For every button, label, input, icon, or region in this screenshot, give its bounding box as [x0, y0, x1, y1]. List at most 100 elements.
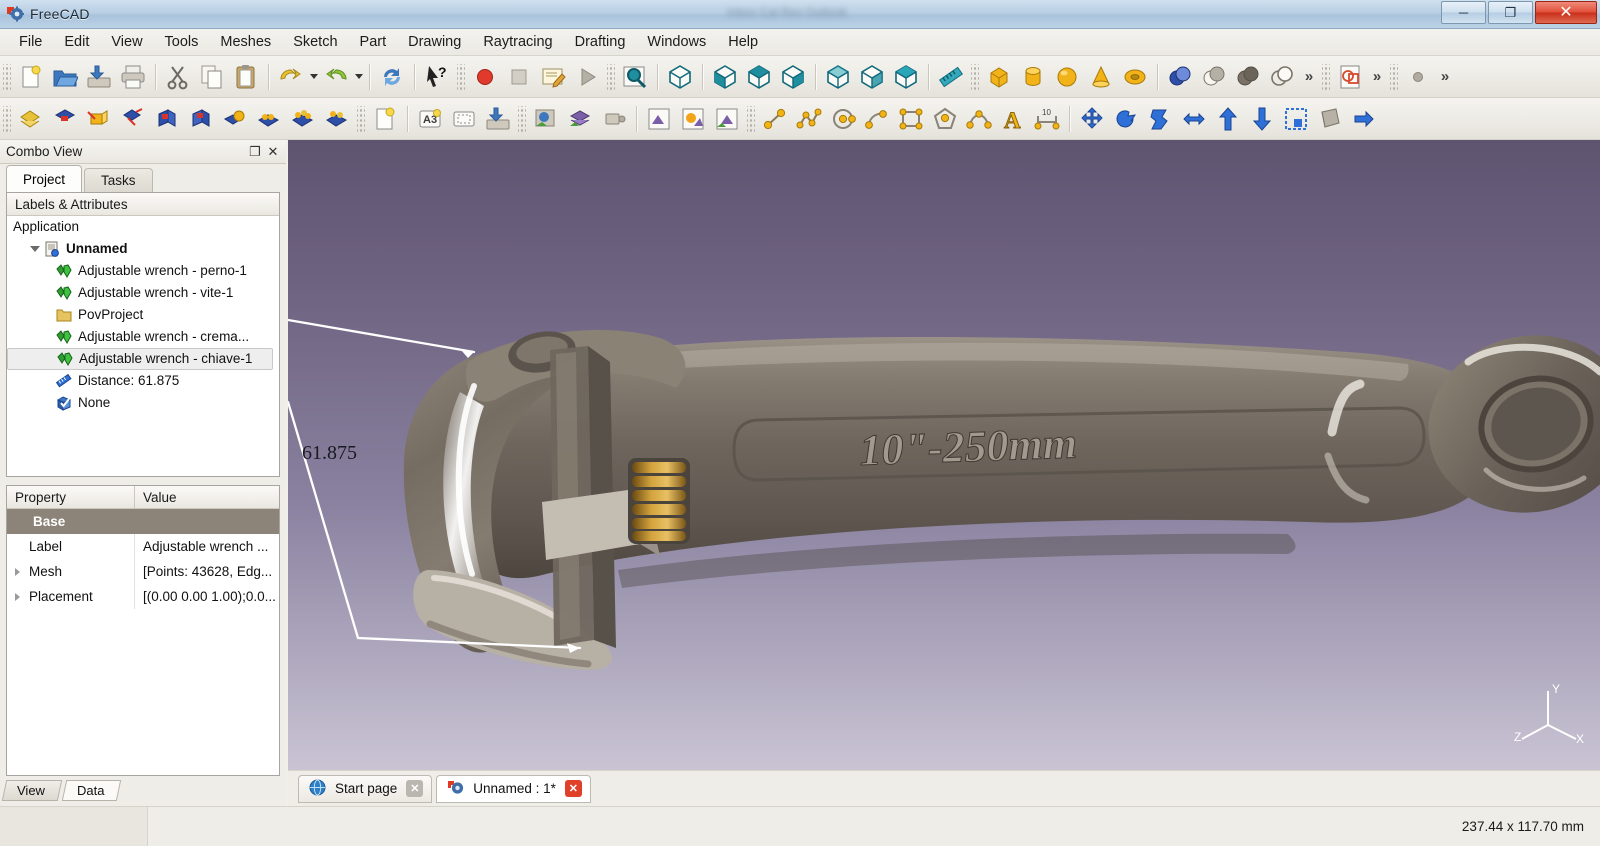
3d-viewport[interactable]: 10"-250mm Y X Z 61.875 [288, 140, 1600, 770]
raytracing-insert-part-icon[interactable] [563, 102, 597, 136]
undo-dropdown-icon[interactable] [308, 60, 319, 94]
mesh-trim-icon[interactable] [184, 102, 218, 136]
toolbar-grip[interactable] [357, 105, 365, 132]
raytracing-camera-icon[interactable] [597, 102, 631, 136]
macro-execute-icon[interactable] [570, 60, 604, 94]
sphere-primitive-icon[interactable] [1050, 60, 1084, 94]
menu-item-part[interactable]: Part [349, 31, 398, 53]
measure-distance-icon[interactable] [934, 60, 968, 94]
tree-expander-icon[interactable] [29, 243, 41, 255]
mesh-scale-icon[interactable] [82, 102, 116, 136]
torus-primitive-icon[interactable] [1118, 60, 1152, 94]
drawing-new-page-icon[interactable] [368, 102, 402, 136]
copy-icon[interactable] [195, 60, 229, 94]
property-group-row[interactable]: Base [7, 509, 279, 534]
close-tab-icon[interactable]: ✕ [406, 780, 424, 797]
property-row[interactable]: Placement [(0.00 0.00 1.00);0.0... [7, 584, 279, 609]
document-tab[interactable]: Start page ✕ [298, 774, 433, 803]
draft-arc-icon[interactable] [860, 102, 894, 136]
property-row[interactable]: Label Adjustable wrench ... [7, 534, 279, 559]
draft-bspline-icon[interactable] [962, 102, 996, 136]
macro-edit-icon[interactable] [536, 60, 570, 94]
float-panel-icon[interactable]: ❐ [246, 143, 264, 161]
property-value-cell[interactable] [135, 509, 279, 534]
toolbar-overflow-chevron-icon[interactable]: » [1299, 60, 1319, 94]
fit-all-icon[interactable] [618, 60, 652, 94]
mesh-cut-icon[interactable] [150, 102, 184, 136]
property-tab-view[interactable]: View [1, 780, 63, 801]
draft-circle-icon[interactable] [826, 102, 860, 136]
draft-rectangle-icon[interactable] [894, 102, 928, 136]
toolbar-grip[interactable] [3, 63, 11, 90]
menu-item-drafting[interactable]: Drafting [564, 31, 637, 53]
draft-line-icon[interactable] [758, 102, 792, 136]
menu-item-tools[interactable]: Tools [154, 31, 210, 53]
cone-primitive-icon[interactable] [1084, 60, 1118, 94]
print-icon[interactable] [116, 60, 150, 94]
undo-icon[interactable] [274, 60, 308, 94]
menu-item-raytracing[interactable]: Raytracing [472, 31, 563, 53]
draft-to-sketch-icon[interactable] [1333, 60, 1367, 94]
toolbar-grip[interactable] [1322, 63, 1330, 90]
raytracing-render-icon[interactable] [642, 102, 676, 136]
toolbar-grip[interactable] [607, 63, 615, 90]
toolbar-overflow-chevron-icon[interactable]: » [1367, 60, 1387, 94]
draft-downgrade-icon[interactable] [1245, 102, 1279, 136]
combo-tab-project[interactable]: Project [6, 165, 83, 192]
front-view-icon[interactable] [708, 60, 742, 94]
top-view-icon[interactable] [742, 60, 776, 94]
menu-item-view[interactable]: View [100, 31, 153, 53]
menu-item-edit[interactable]: Edit [53, 31, 100, 53]
tree-item[interactable]: Unnamed [7, 238, 279, 260]
mesh-import-icon[interactable] [14, 102, 48, 136]
draft-shape2dview-icon[interactable] [1313, 102, 1347, 136]
draft-offset-icon[interactable] [1143, 102, 1177, 136]
tree-item[interactable]: Application [7, 216, 279, 238]
macro-record-icon[interactable] [468, 60, 502, 94]
combo-tab-tasks[interactable]: Tasks [84, 168, 153, 192]
whats-this-icon[interactable]: ? [420, 60, 454, 94]
menu-item-sketch[interactable]: Sketch [282, 31, 348, 53]
draft-wire-icon[interactable] [792, 102, 826, 136]
toolbar-grip[interactable] [457, 63, 465, 90]
cylinder-primitive-icon[interactable] [1016, 60, 1050, 94]
document-tab[interactable]: Unnamed : 1* ✕ [436, 774, 591, 803]
draft-upgrade-icon[interactable] [1211, 102, 1245, 136]
macro-stop-icon[interactable] [502, 60, 536, 94]
toolbar-grip[interactable] [1390, 63, 1398, 90]
toolbar-overflow-chevron-icon[interactable]: » [1435, 60, 1455, 94]
minimize-button[interactable]: ─ [1441, 1, 1486, 24]
menu-item-meshes[interactable]: Meshes [209, 31, 282, 53]
axonometric-view-icon[interactable] [663, 60, 697, 94]
draft-text-icon[interactable]: A [996, 102, 1030, 136]
boolean-section-icon[interactable] [1265, 60, 1299, 94]
mesh-evaluate-icon[interactable] [286, 102, 320, 136]
close-tab-icon[interactable]: ✕ [564, 780, 582, 797]
raytracing-luxrender-icon[interactable] [676, 102, 710, 136]
drawing-insert-view-icon[interactable] [447, 102, 481, 136]
drawing-export-icon[interactable] [481, 102, 515, 136]
toolbar-grip[interactable] [747, 105, 755, 132]
property-value-cell[interactable]: Adjustable wrench ... [135, 534, 279, 559]
draft-scale-icon[interactable] [1279, 102, 1313, 136]
menu-item-help[interactable]: Help [717, 31, 769, 53]
property-tab-data[interactable]: Data [61, 780, 122, 801]
draft-dimension-icon[interactable]: 10 [1030, 102, 1064, 136]
tree-item[interactable]: None [7, 392, 279, 414]
left-view-icon[interactable] [889, 60, 923, 94]
tree-item[interactable]: PovProject [7, 304, 279, 326]
close-panel-icon[interactable]: ✕ [264, 143, 282, 161]
raytracing-export-icon[interactable] [710, 102, 744, 136]
menu-item-windows[interactable]: Windows [636, 31, 717, 53]
boolean-cut-icon[interactable] [1197, 60, 1231, 94]
bottom-view-icon[interactable] [855, 60, 889, 94]
property-row[interactable]: Mesh [Points: 43628, Edg... [7, 559, 279, 584]
draft-trimex-icon[interactable] [1177, 102, 1211, 136]
redo-dropdown-icon[interactable] [353, 60, 364, 94]
close-button[interactable]: ✕ [1535, 1, 1597, 24]
rear-view-icon[interactable] [821, 60, 855, 94]
property-expander-icon[interactable] [15, 567, 29, 576]
toolbar-grip[interactable] [518, 105, 526, 132]
redo-icon[interactable] [319, 60, 353, 94]
mesh-refinement-icon[interactable] [320, 102, 354, 136]
